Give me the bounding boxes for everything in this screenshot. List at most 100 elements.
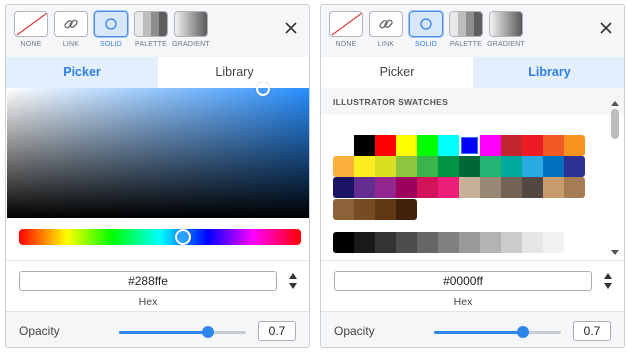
color-swatch[interactable] xyxy=(522,135,543,156)
fill-option-palette[interactable]: PALETTE xyxy=(134,11,168,53)
scroll-down-icon[interactable] xyxy=(611,250,619,255)
fill-option-link[interactable]: LINK xyxy=(369,11,403,53)
color-swatch[interactable] xyxy=(438,156,459,177)
fill-option-none[interactable]: NONE xyxy=(329,11,363,53)
color-swatch[interactable] xyxy=(396,135,417,156)
color-swatch[interactable] xyxy=(417,177,438,198)
tab-picker[interactable]: Picker xyxy=(321,57,473,88)
color-swatch[interactable] xyxy=(354,177,375,198)
hex-input[interactable] xyxy=(334,271,592,291)
color-swatch[interactable] xyxy=(333,156,354,177)
color-swatch[interactable] xyxy=(375,232,396,253)
color-swatch[interactable] xyxy=(375,177,396,198)
color-swatch[interactable] xyxy=(417,135,438,156)
color-swatch[interactable] xyxy=(480,135,501,156)
tab-library[interactable]: Library xyxy=(158,57,309,88)
none-fill-button[interactable] xyxy=(14,11,48,37)
hue-slider[interactable] xyxy=(19,229,301,245)
color-swatch[interactable] xyxy=(459,135,480,156)
color-swatch[interactable] xyxy=(396,177,417,198)
color-swatch[interactable] xyxy=(564,177,585,198)
color-swatch[interactable] xyxy=(417,156,438,177)
color-swatch[interactable] xyxy=(480,232,501,253)
opacity-slider-thumb[interactable] xyxy=(516,326,529,338)
opacity-slider-fill xyxy=(119,331,208,334)
fill-option-solid[interactable]: SOLID xyxy=(94,11,128,53)
swatch-scrollbar[interactable] xyxy=(610,101,620,255)
color-swatch[interactable] xyxy=(438,232,459,253)
color-swatch[interactable] xyxy=(522,156,543,177)
hue-handle[interactable] xyxy=(174,229,191,245)
color-swatch[interactable] xyxy=(396,156,417,177)
color-swatch[interactable] xyxy=(459,232,480,253)
opacity-section: Opacity xyxy=(6,311,309,347)
color-swatch[interactable] xyxy=(354,199,375,220)
color-swatch[interactable] xyxy=(438,135,459,156)
close-button[interactable] xyxy=(283,20,299,36)
scroll-up-icon[interactable] xyxy=(611,101,619,106)
color-swatch[interactable] xyxy=(375,156,396,177)
color-swatch[interactable] xyxy=(354,232,375,253)
tab-picker[interactable]: Picker xyxy=(6,57,158,88)
color-swatch[interactable] xyxy=(396,199,417,220)
saturation-value-area[interactable] xyxy=(7,88,309,218)
color-swatch[interactable] xyxy=(333,199,354,220)
link-fill-button[interactable] xyxy=(369,11,403,37)
opacity-input[interactable] xyxy=(573,321,611,341)
color-swatch[interactable] xyxy=(543,177,564,198)
link-fill-button[interactable] xyxy=(54,11,88,37)
fill-option-gradient[interactable]: GRADIENT xyxy=(172,11,210,53)
gradient-fill-button[interactable] xyxy=(174,11,208,37)
none-fill-icon xyxy=(16,12,47,36)
hex-input[interactable] xyxy=(19,271,277,291)
color-swatch[interactable] xyxy=(354,135,375,156)
color-mode-toggle[interactable] xyxy=(288,273,298,289)
scrollbar-thumb[interactable] xyxy=(611,109,619,139)
color-swatch[interactable] xyxy=(522,177,543,198)
color-swatch[interactable] xyxy=(501,177,522,198)
color-swatch[interactable] xyxy=(480,177,501,198)
color-swatch[interactable] xyxy=(459,177,480,198)
solid-fill-button[interactable] xyxy=(94,11,128,37)
color-swatch[interactable] xyxy=(564,135,585,156)
color-swatch[interactable] xyxy=(354,156,375,177)
tab-library[interactable]: Library xyxy=(473,57,624,88)
color-mode-toggle[interactable] xyxy=(603,273,613,289)
color-swatch[interactable] xyxy=(333,232,354,253)
close-button[interactable] xyxy=(598,20,614,36)
opacity-slider[interactable] xyxy=(119,326,246,338)
color-swatch[interactable] xyxy=(501,135,522,156)
opacity-input[interactable] xyxy=(258,321,296,341)
fill-option-gradient[interactable]: GRADIENT xyxy=(487,11,525,53)
color-swatch[interactable] xyxy=(417,232,438,253)
gradient-fill-button[interactable] xyxy=(489,11,523,37)
color-swatch[interactable] xyxy=(501,156,522,177)
none-fill-button[interactable] xyxy=(329,11,363,37)
fill-option-link[interactable]: LINK xyxy=(54,11,88,53)
color-swatch[interactable] xyxy=(333,135,354,156)
fill-option-none[interactable]: NONE xyxy=(14,11,48,53)
saturation-handle[interactable] xyxy=(256,82,270,96)
color-swatch[interactable] xyxy=(522,232,543,253)
opacity-slider-thumb[interactable] xyxy=(201,326,214,338)
color-swatch[interactable] xyxy=(543,232,564,253)
color-swatch[interactable] xyxy=(375,135,396,156)
palette-fill-button[interactable] xyxy=(134,11,168,37)
color-swatch[interactable] xyxy=(333,177,354,198)
color-swatch[interactable] xyxy=(543,156,564,177)
fill-option-palette[interactable]: PALETTE xyxy=(449,11,483,53)
opacity-slider[interactable] xyxy=(434,326,561,338)
solid-fill-button[interactable] xyxy=(409,11,443,37)
fill-option-solid[interactable]: SOLID xyxy=(409,11,443,53)
opacity-section: Opacity xyxy=(321,311,624,347)
swatch-grid xyxy=(321,115,624,260)
color-swatch[interactable] xyxy=(564,156,585,177)
color-swatch[interactable] xyxy=(543,135,564,156)
color-swatch[interactable] xyxy=(438,177,459,198)
color-swatch[interactable] xyxy=(480,156,501,177)
color-swatch[interactable] xyxy=(459,156,480,177)
color-swatch[interactable] xyxy=(396,232,417,253)
color-swatch[interactable] xyxy=(375,199,396,220)
palette-fill-button[interactable] xyxy=(449,11,483,37)
color-swatch[interactable] xyxy=(501,232,522,253)
